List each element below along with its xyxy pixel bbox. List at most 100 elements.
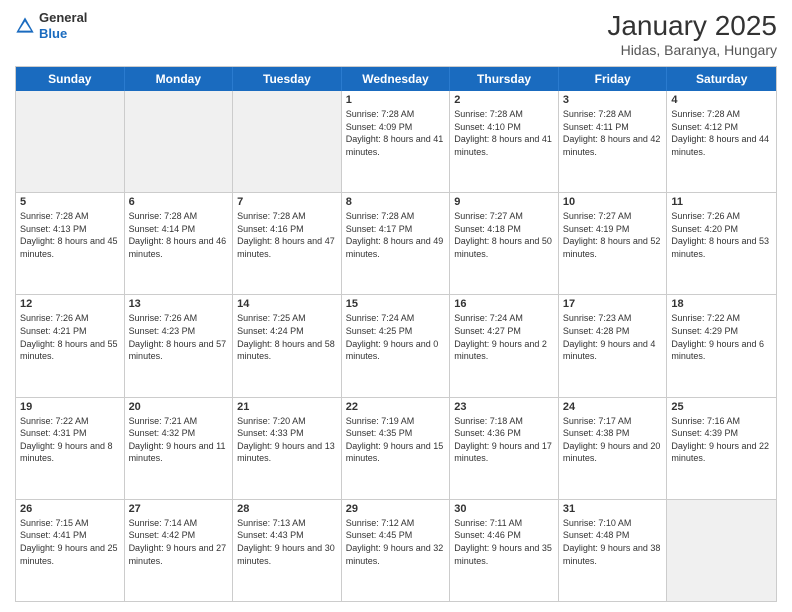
- calendar-cell: 8Sunrise: 7:28 AM Sunset: 4:17 PM Daylig…: [342, 193, 451, 294]
- calendar-cell: 26 Sunrise: 7:15 AM Sunset: 4:41 PM Dayli…: [16, 500, 125, 601]
- day-info: Sunrise: 7:28 AM Sunset: 4:09 PM Dayligh…: [346, 108, 446, 158]
- calendar-cell: 16Sunrise: 7:24 AM Sunset: 4:27 PM Dayli…: [450, 295, 559, 396]
- day-number: 8: [346, 196, 446, 208]
- logo-text: General Blue: [39, 10, 87, 41]
- calendar-header: SundayMondayTuesdayWednesdayThursdayFrid…: [16, 67, 776, 91]
- day-number: 3: [563, 94, 663, 106]
- day-info: Sunrise: 7:28 AM Sunset: 4:10 PM Dayligh…: [454, 108, 554, 158]
- page: General Blue January 2025 Hidas, Baranya…: [0, 0, 792, 612]
- day-number: 5: [20, 196, 120, 208]
- day-number: 23: [454, 401, 554, 413]
- calendar-week-row: 19Sunrise: 7:22 AM Sunset: 4:31 PM Dayli…: [16, 398, 776, 500]
- logo-blue: Blue: [39, 26, 87, 42]
- day-info: Sunrise: 7:28 AM Sunset: 4:13 PM Dayligh…: [20, 210, 120, 260]
- day-number: 22: [346, 401, 446, 413]
- calendar-cell: 2Sunrise: 7:28 AM Sunset: 4:10 PM Daylig…: [450, 91, 559, 192]
- logo: General Blue: [15, 10, 87, 41]
- day-number: 27: [129, 503, 229, 515]
- day-info: Sunrise: 7:14 AM Sunset: 4:42 PM Dayligh…: [129, 517, 229, 567]
- calendar-cell: 17Sunrise: 7:23 AM Sunset: 4:28 PM Dayli…: [559, 295, 668, 396]
- calendar-cell: [667, 500, 776, 601]
- calendar-cell: 7 Sunrise: 7:28 AM Sunset: 4:16 PM Daylig…: [233, 193, 342, 294]
- calendar-cell: [16, 91, 125, 192]
- day-info: Sunrise: 7:20 AM Sunset: 4:33 PM Dayligh…: [237, 415, 337, 465]
- day-number: 21: [237, 401, 337, 413]
- day-number: 16: [454, 298, 554, 310]
- header: General Blue January 2025 Hidas, Baranya…: [15, 10, 777, 58]
- day-number: 10: [563, 196, 663, 208]
- weekday-header: Saturday: [667, 67, 776, 91]
- calendar-cell: 6Sunrise: 7:28 AM Sunset: 4:14 PM Daylig…: [125, 193, 234, 294]
- day-number: 29: [346, 503, 446, 515]
- day-number: 30: [454, 503, 554, 515]
- calendar-cell: 1 Sunrise: 7:28 AM Sunset: 4:09 PM Daylig…: [342, 91, 451, 192]
- day-number: 12: [20, 298, 120, 310]
- day-number: 6: [129, 196, 229, 208]
- calendar-body: 1 Sunrise: 7:28 AM Sunset: 4:09 PM Daylig…: [16, 91, 776, 601]
- calendar-cell: 21 Sunrise: 7:20 AM Sunset: 4:33 PM Dayli…: [233, 398, 342, 499]
- calendar-cell: 3 Sunrise: 7:28 AM Sunset: 4:11 PM Daylig…: [559, 91, 668, 192]
- calendar-cell: 31 Sunrise: 7:10 AM Sunset: 4:48 PM Dayli…: [559, 500, 668, 601]
- title-section: January 2025 Hidas, Baranya, Hungary: [607, 10, 777, 58]
- day-info: Sunrise: 7:26 AM Sunset: 4:21 PM Dayligh…: [20, 312, 120, 362]
- day-info: Sunrise: 7:27 AM Sunset: 4:18 PM Dayligh…: [454, 210, 554, 260]
- day-number: 25: [671, 401, 772, 413]
- day-info: Sunrise: 7:10 AM Sunset: 4:48 PM Dayligh…: [563, 517, 663, 567]
- day-number: 1: [346, 94, 446, 106]
- day-info: Sunrise: 7:18 AM Sunset: 4:36 PM Dayligh…: [454, 415, 554, 465]
- calendar-cell: 11Sunrise: 7:26 AM Sunset: 4:20 PM Dayli…: [667, 193, 776, 294]
- calendar-week-row: 26 Sunrise: 7:15 AM Sunset: 4:41 PM Dayli…: [16, 500, 776, 601]
- calendar-cell: 5 Sunrise: 7:28 AM Sunset: 4:13 PM Daylig…: [16, 193, 125, 294]
- day-number: 28: [237, 503, 337, 515]
- day-info: Sunrise: 7:24 AM Sunset: 4:25 PM Dayligh…: [346, 312, 446, 362]
- calendar-cell: 10 Sunrise: 7:27 AM Sunset: 4:19 PM Dayli…: [559, 193, 668, 294]
- day-info: Sunrise: 7:22 AM Sunset: 4:29 PM Dayligh…: [671, 312, 772, 362]
- calendar-cell: [125, 91, 234, 192]
- calendar-cell: 27 Sunrise: 7:14 AM Sunset: 4:42 PM Dayli…: [125, 500, 234, 601]
- day-number: 17: [563, 298, 663, 310]
- day-info: Sunrise: 7:25 AM Sunset: 4:24 PM Dayligh…: [237, 312, 337, 362]
- day-info: Sunrise: 7:26 AM Sunset: 4:20 PM Dayligh…: [671, 210, 772, 260]
- calendar-cell: 29 Sunrise: 7:12 AM Sunset: 4:45 PM Dayli…: [342, 500, 451, 601]
- calendar-subtitle: Hidas, Baranya, Hungary: [607, 42, 777, 58]
- calendar-cell: 30 Sunrise: 7:11 AM Sunset: 4:46 PM Dayli…: [450, 500, 559, 601]
- logo-icon: [15, 16, 35, 36]
- calendar-cell: [233, 91, 342, 192]
- day-number: 19: [20, 401, 120, 413]
- day-info: Sunrise: 7:13 AM Sunset: 4:43 PM Dayligh…: [237, 517, 337, 567]
- day-info: Sunrise: 7:15 AM Sunset: 4:41 PM Dayligh…: [20, 517, 120, 567]
- day-number: 4: [671, 94, 772, 106]
- day-info: Sunrise: 7:16 AM Sunset: 4:39 PM Dayligh…: [671, 415, 772, 465]
- day-info: Sunrise: 7:27 AM Sunset: 4:19 PM Dayligh…: [563, 210, 663, 260]
- day-number: 24: [563, 401, 663, 413]
- day-number: 20: [129, 401, 229, 413]
- calendar-cell: 25 Sunrise: 7:16 AM Sunset: 4:39 PM Dayli…: [667, 398, 776, 499]
- calendar-cell: 19Sunrise: 7:22 AM Sunset: 4:31 PM Dayli…: [16, 398, 125, 499]
- day-info: Sunrise: 7:12 AM Sunset: 4:45 PM Dayligh…: [346, 517, 446, 567]
- day-info: Sunrise: 7:26 AM Sunset: 4:23 PM Dayligh…: [129, 312, 229, 362]
- day-number: 7: [237, 196, 337, 208]
- day-number: 26: [20, 503, 120, 515]
- day-info: Sunrise: 7:19 AM Sunset: 4:35 PM Dayligh…: [346, 415, 446, 465]
- calendar-cell: 28 Sunrise: 7:13 AM Sunset: 4:43 PM Dayli…: [233, 500, 342, 601]
- day-number: 15: [346, 298, 446, 310]
- calendar-title: January 2025: [607, 10, 777, 42]
- calendar-cell: 14Sunrise: 7:25 AM Sunset: 4:24 PM Dayli…: [233, 295, 342, 396]
- weekday-header: Wednesday: [342, 67, 451, 91]
- day-info: Sunrise: 7:28 AM Sunset: 4:11 PM Dayligh…: [563, 108, 663, 158]
- calendar-cell: 12 Sunrise: 7:26 AM Sunset: 4:21 PM Dayli…: [16, 295, 125, 396]
- day-number: 31: [563, 503, 663, 515]
- day-info: Sunrise: 7:21 AM Sunset: 4:32 PM Dayligh…: [129, 415, 229, 465]
- calendar-cell: 13 Sunrise: 7:26 AM Sunset: 4:23 PM Dayli…: [125, 295, 234, 396]
- weekday-header: Sunday: [16, 67, 125, 91]
- calendar: SundayMondayTuesdayWednesdayThursdayFrid…: [15, 66, 777, 602]
- calendar-week-row: 5 Sunrise: 7:28 AM Sunset: 4:13 PM Daylig…: [16, 193, 776, 295]
- calendar-week-row: 1 Sunrise: 7:28 AM Sunset: 4:09 PM Daylig…: [16, 91, 776, 193]
- day-info: Sunrise: 7:28 AM Sunset: 4:16 PM Dayligh…: [237, 210, 337, 260]
- day-number: 9: [454, 196, 554, 208]
- calendar-cell: 23 Sunrise: 7:18 AM Sunset: 4:36 PM Dayli…: [450, 398, 559, 499]
- weekday-header: Tuesday: [233, 67, 342, 91]
- day-number: 13: [129, 298, 229, 310]
- day-info: Sunrise: 7:11 AM Sunset: 4:46 PM Dayligh…: [454, 517, 554, 567]
- weekday-header: Friday: [559, 67, 668, 91]
